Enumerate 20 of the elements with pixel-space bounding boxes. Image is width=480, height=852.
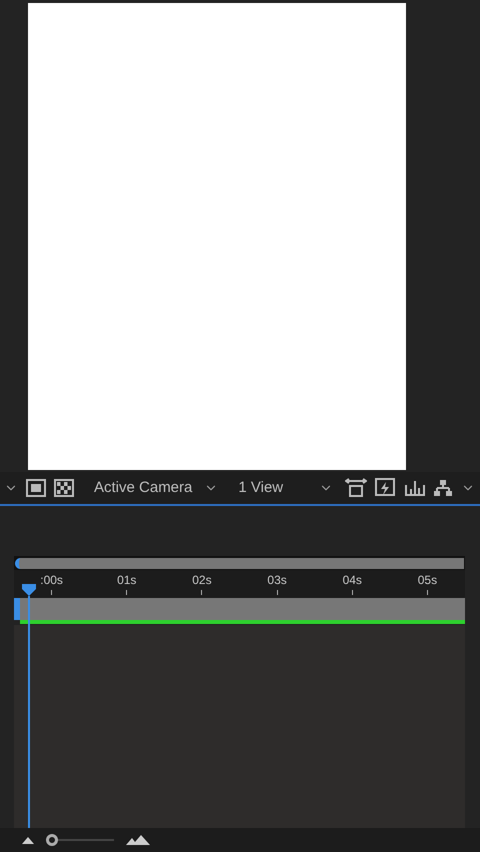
slider-thumb[interactable] [46, 834, 58, 846]
resize-icon[interactable] [345, 478, 368, 498]
time-label: 02s [192, 574, 212, 586]
work-area-bar[interactable] [15, 558, 464, 568]
hierarchy-icon[interactable] [433, 479, 454, 497]
camera-dropdown[interactable]: Active Camera [86, 474, 222, 502]
large-mountain-icon[interactable] [126, 835, 150, 845]
frame-icon[interactable] [26, 479, 46, 497]
time-label: 04s [342, 574, 362, 586]
time-label: 03s [267, 574, 287, 586]
graph-icon[interactable] [405, 479, 426, 497]
fast-preview-icon[interactable] [375, 478, 398, 498]
playhead-handle[interactable] [22, 584, 36, 596]
zoom-slider[interactable] [46, 834, 114, 846]
view-dropdown[interactable]: 1 View [230, 474, 338, 502]
time-label: 05s [418, 574, 438, 586]
small-mountain-icon[interactable] [22, 836, 34, 844]
time-label: :00s [40, 574, 63, 586]
checkerboard-icon[interactable] [54, 479, 74, 497]
time-label: 01s [117, 574, 136, 586]
